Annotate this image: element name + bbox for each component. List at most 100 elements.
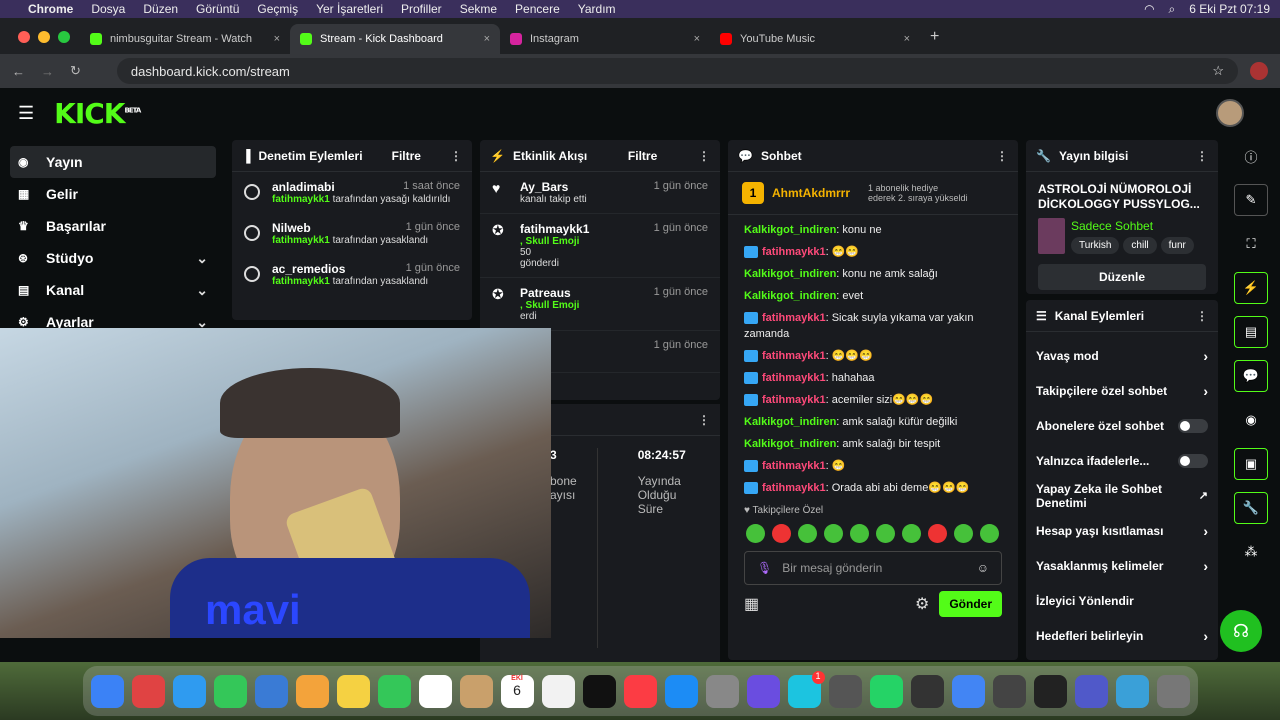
clock[interactable]: 6 Eki Pzt 07:19 [1189, 2, 1270, 16]
dock-app-icon[interactable] [213, 674, 247, 708]
toggle-switch[interactable] [1178, 453, 1208, 468]
chat-username[interactable]: fatihmaykk1 [762, 350, 826, 362]
chevron-right-icon[interactable]: › [1203, 558, 1208, 574]
user-avatar[interactable] [1216, 99, 1244, 127]
chat-username[interactable]: fatihmaykk1 [762, 372, 826, 384]
dock-app-icon[interactable] [746, 674, 780, 708]
emoji-button[interactable] [902, 524, 921, 543]
dock-app-icon[interactable] [1074, 674, 1108, 708]
menu-item[interactable]: Görüntü [196, 2, 239, 16]
channel-action[interactable]: İzleyici Yönlendir [1026, 583, 1218, 618]
sidebar-item-kanal[interactable]: ▤ Kanal ⌄ [10, 274, 216, 306]
channel-action[interactable]: Hedefleri belirleyin › [1026, 618, 1218, 653]
menu-item[interactable]: Düzen [143, 2, 178, 16]
chat-toggle-icon[interactable]: 💬 [1234, 360, 1268, 392]
activity-item[interactable]: ✪ fatihmaykk1 1 gün önce , Skull Emoji 50 gön… [480, 214, 720, 278]
chevron-right-icon[interactable]: › [1203, 348, 1208, 364]
chat-username[interactable]: Kalkikgot_indiren [744, 268, 836, 280]
moderation-item[interactable]: ac_remedios 1 gün önce fatihmaykk1 tarafın… [232, 254, 472, 295]
pencil-icon[interactable]: ✎ [1234, 184, 1268, 216]
channel-action[interactable]: Yapay Zeka ile Sohbet Denetimi ↗ [1026, 478, 1218, 513]
chat-message[interactable]: Kalkikgot_indiren: konu ne amk salağı [728, 263, 1018, 285]
dock-app-icon[interactable] [664, 674, 698, 708]
moderated-user[interactable]: anladimabi [272, 180, 335, 194]
stream-tag[interactable]: funr [1160, 236, 1194, 254]
wrench-toggle-icon[interactable]: 🔧 [1234, 492, 1268, 524]
dock-app-icon[interactable] [336, 674, 370, 708]
bolt-toggle-icon[interactable]: ⚡ [1234, 272, 1268, 304]
emoji-button[interactable] [772, 524, 791, 543]
chat-message[interactable]: fatihmaykk1: 😁 [728, 455, 1018, 477]
emoji-picker-icon[interactable]: ☺ [977, 561, 989, 575]
forward-icon[interactable]: → [41, 64, 54, 79]
moderator-name[interactable]: fatihmaykk1 [272, 276, 330, 287]
dock-app-icon[interactable] [1033, 674, 1067, 708]
dock-app-icon[interactable] [90, 674, 124, 708]
webcam-overlay[interactable]: mavi [0, 328, 551, 638]
sidebar-item-yayın[interactable]: ◉ Yayın [10, 146, 216, 178]
dock-app-icon[interactable] [1156, 674, 1190, 708]
dock-app-icon[interactable] [951, 674, 985, 708]
dock-app-icon[interactable] [992, 674, 1026, 708]
menu-item[interactable]: Yardım [578, 2, 616, 16]
filter-button[interactable]: Filtre [628, 149, 657, 163]
chat-message[interactable]: fatihmaykk1: Sicak suyla yıkama var yakı… [728, 307, 1018, 345]
dock-app-icon[interactable] [131, 674, 165, 708]
dock-app-icon[interactable] [418, 674, 452, 708]
channel-action[interactable]: Yavaş mod › [1026, 338, 1218, 373]
moderation-item[interactable]: Nilweb 1 gün önce fatihmaykk1 tarafından y… [232, 213, 472, 254]
kebab-icon[interactable]: ⋮ [698, 413, 710, 427]
chat-message[interactable]: fatihmaykk1: 😁😁 [728, 241, 1018, 263]
new-tab-button[interactable]: + [930, 28, 939, 46]
dock-app-icon[interactable] [172, 674, 206, 708]
chevron-right-icon[interactable]: › [1203, 628, 1208, 644]
chevron-down-icon[interactable]: ⌄ [196, 282, 208, 299]
chat-message[interactable]: fatihmaykk1: Orada abi abi deme😁😁😁 [728, 477, 1018, 499]
hamburger-icon[interactable]: ☰ [18, 103, 34, 124]
chat-message[interactable]: Kalkikgot_indiren: konu ne [728, 219, 1018, 241]
channel-action[interactable]: Abonelere özel sohbet [1026, 408, 1218, 443]
chat-message[interactable]: fatihmaykk1: hahahaa [728, 367, 1018, 389]
notes-icon[interactable]: ▤ [1234, 316, 1268, 348]
sidebar-item-stüdyo[interactable]: ⊛ Stüdyo ⌄ [10, 242, 216, 274]
moderated-user[interactable]: ac_remedios [272, 262, 345, 276]
chat-username[interactable]: fatihmaykk1 [762, 460, 826, 472]
kebab-icon[interactable]: ⋮ [1196, 149, 1208, 163]
dock-app-icon[interactable] [459, 674, 493, 708]
close-tab-icon[interactable]: × [274, 33, 280, 45]
dock-app-icon[interactable] [623, 674, 657, 708]
chat-username[interactable]: fatihmaykk1 [762, 482, 826, 494]
dock-app-icon[interactable] [1115, 674, 1149, 708]
category-name[interactable]: Sadece Sohbet [1071, 219, 1206, 233]
close-tab-icon[interactable]: × [904, 33, 910, 45]
channel-action[interactable]: Yasaklanmış kelimeler › [1026, 548, 1218, 583]
emoji-button[interactable] [798, 524, 817, 543]
emoji-button[interactable] [746, 524, 765, 543]
store-icon[interactable]: ▦ [744, 594, 759, 614]
close-tab-icon[interactable]: × [694, 33, 700, 45]
chat-username[interactable]: fatihmaykk1 [762, 246, 826, 258]
settings-gear-icon[interactable]: ⚙ [915, 594, 929, 614]
chat-message[interactable]: Kalkikgot_indiren: amk salağı bir tespit [728, 433, 1018, 455]
dock-app-icon[interactable] [828, 674, 862, 708]
chat-username[interactable]: fatihmaykk1 [762, 394, 826, 406]
edit-button[interactable]: Düzenle [1038, 264, 1206, 290]
activity-user[interactable]: Ay_Bars [520, 180, 568, 194]
dock-app-icon[interactable] [377, 674, 411, 708]
minimize-window-button[interactable] [38, 31, 50, 43]
wifi-icon[interactable]: ◠ [1144, 2, 1154, 16]
dock-app-icon[interactable] [582, 674, 616, 708]
browser-tab[interactable]: Instagram × [500, 24, 710, 54]
channel-action[interactable]: Yalnızca ifadelerle... [1026, 443, 1218, 478]
sidebar-item-gelir[interactable]: ▦ Gelir [10, 178, 216, 210]
activity-user[interactable]: Patreaus [520, 286, 571, 300]
stream-tag[interactable]: Turkish [1071, 236, 1120, 254]
moderator-name[interactable]: fatihmaykk1 [272, 235, 330, 246]
chat-input[interactable]: 🎙 Bir mesaj gönderin ☺ [744, 551, 1002, 585]
category-thumbnail[interactable] [1038, 218, 1065, 254]
menu-item[interactable]: Sekme [460, 2, 497, 16]
reload-icon[interactable]: ↻ [70, 63, 81, 79]
browser-tab[interactable]: nimbusguitar Stream - Watch × [80, 24, 290, 54]
chat-username[interactable]: fatihmaykk1 [762, 312, 826, 324]
close-tab-icon[interactable]: × [484, 33, 490, 45]
